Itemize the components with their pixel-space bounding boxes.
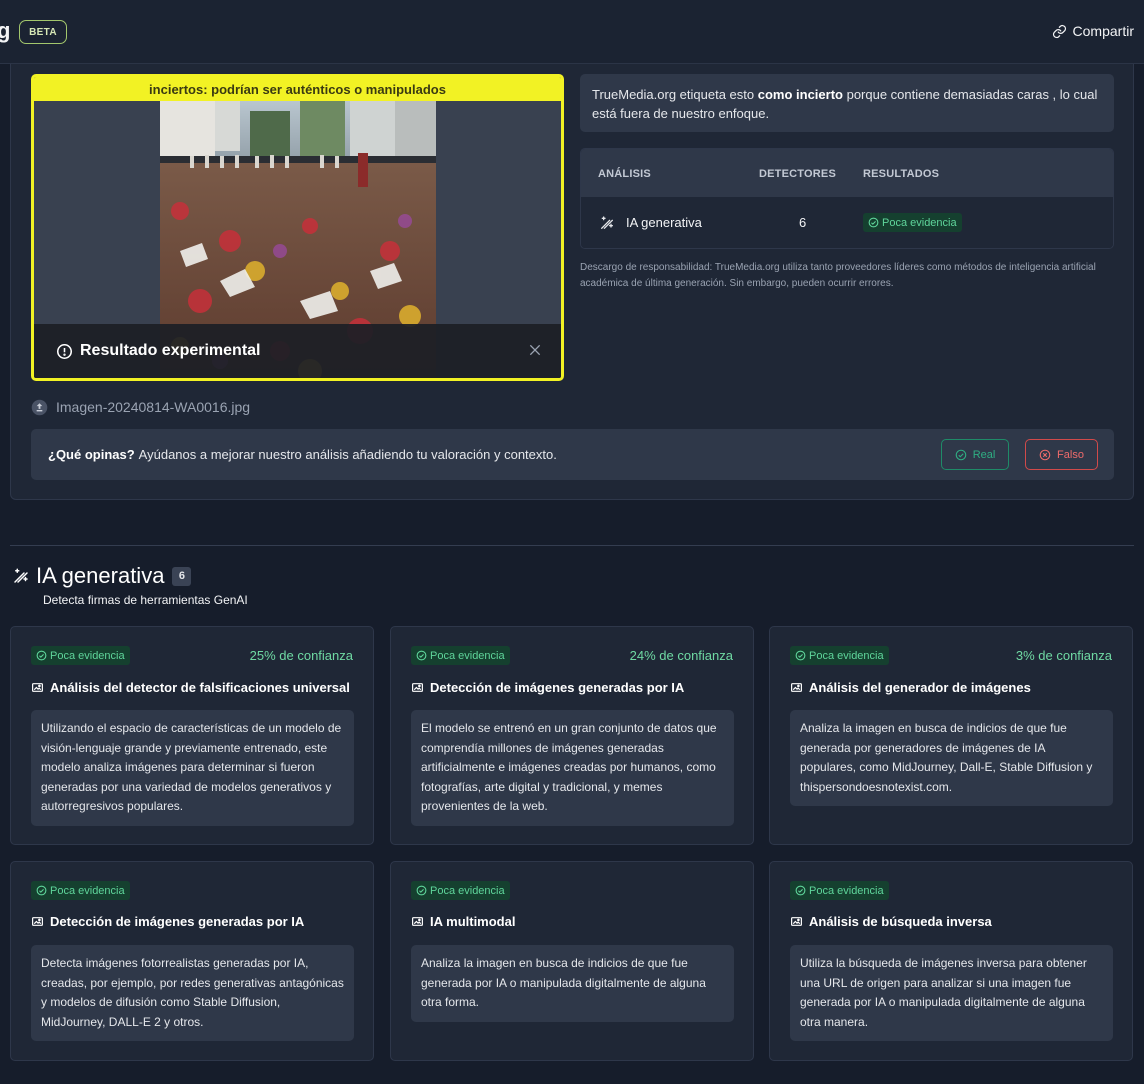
info-circle-icon	[56, 343, 73, 359]
detector-title: Análisis del generador de imágenes	[790, 680, 1031, 695]
detector-title-text: IA multimodal	[430, 914, 516, 929]
col-analysis: ANÁLISIS	[598, 168, 651, 180]
evidence-label: Poca evidencia	[50, 649, 125, 662]
analysis-name: IA generativa	[626, 215, 702, 230]
evidence-label: Poca evidencia	[809, 884, 884, 897]
share-label: Compartir	[1072, 23, 1134, 39]
col-detectors: DETECTORES	[759, 168, 836, 180]
result-card: inciertos: podrían ser auténticos o mani…	[10, 64, 1134, 500]
verdict-text-1: TrueMedia.org etiqueta esto	[592, 87, 758, 102]
analysis-table-header: ANÁLISIS DETECTORES RESULTADOS	[581, 149, 1113, 197]
check-circle-icon	[955, 449, 966, 460]
detector-title-text: Análisis de búsqueda inversa	[809, 914, 992, 929]
section-header: IA generativa 6	[12, 562, 192, 590]
beta-badge: BETA	[19, 20, 67, 44]
detector-description: Detecta imágenes fotorrealistas generada…	[31, 945, 354, 1041]
detector-title-text: Detección de imágenes generadas por IA	[430, 680, 685, 695]
check-circle-icon	[868, 217, 879, 228]
detector-card: Poca evidencia 24% de confianza Detecció…	[390, 626, 754, 845]
detector-card: Poca evidencia IA multimodal Analiza la …	[390, 861, 754, 1061]
image-icon	[412, 683, 423, 692]
evidence-label: Poca evidencia	[430, 884, 505, 897]
section-subtitle: Detecta firmas de herramientas GenAI	[43, 593, 248, 607]
top-bar: g BETA Compartir	[0, 0, 1144, 64]
image-icon	[412, 917, 423, 926]
check-circle-icon	[36, 885, 47, 896]
detector-description: Analiza la imagen en busca de indicios d…	[411, 945, 734, 1022]
detector-description: Analiza la imagen en busca de indicios d…	[790, 710, 1113, 806]
feedback-text: Ayúdanos a mejorar nuestro análisis añad…	[138, 447, 557, 462]
detector-card: Poca evidencia 3% de confianza Análisis …	[769, 626, 1133, 845]
evidence-badge: Poca evidencia	[31, 646, 130, 665]
detector-title: IA multimodal	[411, 914, 515, 929]
table-row[interactable]: IA generativa 6 Poca evidencia	[581, 197, 1113, 248]
col-results: RESULTADOS	[863, 168, 940, 180]
share-button[interactable]: Compartir	[1052, 21, 1134, 41]
detector-description: Utilizando el espacio de características…	[31, 710, 354, 826]
upload-icon	[31, 399, 48, 415]
real-label: Real	[972, 448, 996, 461]
disclaimer-text: Descargo de responsabilidad: TrueMedia.o…	[580, 262, 1096, 289]
detector-card: Poca evidencia 25% de confianza Análisis…	[10, 626, 374, 845]
image-icon	[32, 683, 43, 692]
fake-label: Falso	[1057, 448, 1084, 461]
detector-card: Poca evidencia Análisis de búsqueda inve…	[769, 861, 1133, 1061]
evidence-label: Poca evidencia	[430, 649, 505, 662]
evidence-badge: Poca evidencia	[790, 881, 889, 900]
check-circle-icon	[795, 885, 806, 896]
verdict-text-bold: como incierto	[757, 87, 843, 102]
verdict-explanation: TrueMedia.org etiqueta esto como inciert…	[580, 74, 1114, 132]
detector-description: Utiliza la búsqueda de imágenes inversa …	[790, 945, 1113, 1041]
section-title: IA generativa	[36, 563, 165, 588]
confidence-value: 3% de confianza	[1015, 648, 1112, 663]
check-circle-icon	[36, 650, 47, 661]
experimental-result-title: Resultado experimental	[80, 342, 261, 359]
detector-description: El modelo se entrenó en un gran conjunto…	[411, 710, 734, 826]
image-icon	[791, 683, 802, 692]
evidence-badge: Poca evidencia	[31, 881, 130, 900]
check-circle-icon	[795, 650, 806, 661]
image-icon	[32, 917, 43, 926]
confidence-value: 24% de confianza	[629, 648, 733, 663]
confidence-value: 25% de confianza	[249, 648, 353, 663]
check-circle-icon	[416, 885, 427, 896]
detector-title-text: Detección de imágenes generadas por IA	[50, 914, 305, 929]
evidence-label: Poca evidencia	[50, 884, 125, 897]
analysis-table: ANÁLISIS DETECTORES RESULTADOS IA genera…	[580, 148, 1114, 249]
detector-title: Análisis de búsqueda inversa	[790, 914, 992, 929]
detector-card: Poca evidencia Detección de imágenes gen…	[10, 861, 374, 1061]
detector-count-badge: 6	[172, 566, 192, 586]
feedback-bar: ¿Qué opinas? Ayúdanos a mejorar nuestro …	[31, 429, 1114, 480]
detector-title-text: Análisis del detector de falsificaciones…	[50, 680, 350, 695]
brand-logo-text[interactable]: g	[0, 18, 10, 44]
evidence-badge: Poca evidencia	[863, 213, 962, 232]
magic-wand-icon	[601, 216, 613, 229]
evidence-badge: Poca evidencia	[411, 646, 510, 665]
close-icon[interactable]	[527, 342, 543, 358]
file-name: Imagen-20240814-WA0016.jpg	[56, 399, 251, 415]
image-icon	[791, 917, 802, 926]
check-circle-icon	[416, 650, 427, 661]
x-circle-icon	[1039, 449, 1051, 460]
detector-title: Análisis del detector de falsificaciones…	[31, 680, 350, 695]
detector-title-text: Análisis del generador de imágenes	[809, 680, 1031, 695]
media-preview: inciertos: podrían ser auténticos o mani…	[31, 74, 564, 381]
experimental-result-overlay: Resultado experimental	[34, 324, 561, 378]
real-button[interactable]: Real	[941, 439, 1009, 470]
detector-count: 6	[799, 215, 807, 230]
feedback-question: ¿Qué opinas?	[48, 447, 135, 462]
fake-button[interactable]: Falso	[1025, 439, 1098, 470]
link-icon	[1052, 24, 1066, 38]
verdict-banner: inciertos: podrían ser auténticos o mani…	[34, 77, 561, 101]
magic-wand-icon	[14, 568, 28, 583]
evidence-label: Poca evidencia	[882, 216, 957, 229]
evidence-label: Poca evidencia	[809, 649, 884, 662]
detector-title: Detección de imágenes generadas por IA	[411, 680, 684, 695]
evidence-badge: Poca evidencia	[790, 646, 889, 665]
section-divider	[10, 545, 1134, 546]
detector-title: Detección de imágenes generadas por IA	[31, 914, 304, 929]
evidence-badge: Poca evidencia	[411, 881, 510, 900]
file-info: Imagen-20240814-WA0016.jpg	[31, 397, 250, 417]
